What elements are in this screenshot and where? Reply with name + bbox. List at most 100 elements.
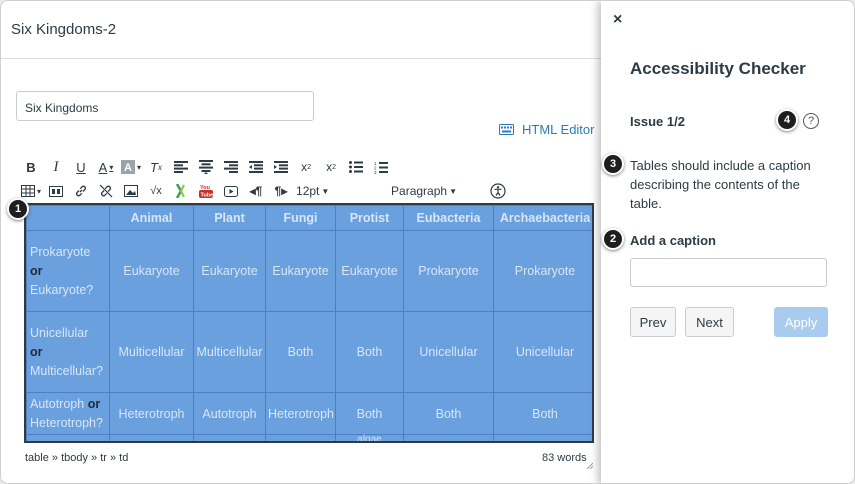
table-cell[interactable] bbox=[265, 434, 336, 441]
table-cell[interactable]: Prokaryote bbox=[493, 230, 592, 312]
table-header-cell[interactable]: Animal bbox=[109, 205, 194, 231]
table-row: Unicellular or Multicellular? Multicellula… bbox=[26, 311, 592, 393]
caption-input[interactable] bbox=[630, 258, 827, 287]
clear-formatting-icon[interactable]: Tx bbox=[146, 157, 166, 177]
keyboard-icon bbox=[499, 124, 514, 135]
table-cell[interactable] bbox=[109, 434, 194, 441]
table-cell[interactable]: Multicellular bbox=[109, 311, 194, 393]
help-icon[interactable]: ? bbox=[803, 113, 819, 129]
next-button[interactable]: Next bbox=[685, 307, 734, 337]
math-equation-icon[interactable]: √x bbox=[146, 181, 166, 201]
element-path: table » tbody » tr » td bbox=[25, 452, 129, 464]
page-title: Six Kingdoms-2 bbox=[11, 21, 117, 38]
ltr-paragraph-icon[interactable]: ◂¶ bbox=[246, 181, 266, 201]
link-icon[interactable] bbox=[71, 181, 91, 201]
table-cell[interactable]: Autotroph bbox=[193, 392, 266, 435]
table-header-cell[interactable]: Fungi bbox=[265, 205, 336, 231]
table-cell[interactable]: Eukaryote bbox=[109, 230, 194, 312]
table-header-cell[interactable]: Protist bbox=[335, 205, 404, 231]
underline-icon[interactable]: U bbox=[71, 157, 91, 177]
row-label-cell[interactable]: Unicellular or Multicellular? bbox=[26, 311, 110, 393]
text-color-icon[interactable]: A ▾ bbox=[96, 157, 116, 177]
subscript-icon[interactable]: x2 bbox=[321, 157, 341, 177]
table-cell[interactable] bbox=[193, 434, 266, 441]
row-label-text: Unicellular bbox=[30, 325, 89, 340]
table-cell[interactable]: Both bbox=[265, 311, 336, 393]
title-divider bbox=[1, 58, 601, 59]
align-right-icon[interactable] bbox=[221, 157, 241, 177]
table-cell[interactable]: Both bbox=[493, 392, 592, 435]
row-label-text: Autotroph bbox=[30, 396, 85, 411]
table-icon[interactable]: ▾ bbox=[21, 181, 41, 201]
font-size-value: 12pt bbox=[296, 184, 320, 198]
block-format-value: Paragraph bbox=[391, 184, 448, 198]
accessibility-checker-panel: × Accessibility Checker Issue 1/2 ? Tabl… bbox=[601, 1, 854, 483]
word-count: 83 words bbox=[542, 452, 587, 464]
bold-icon[interactable]: B bbox=[21, 157, 41, 177]
row-label-cell[interactable]: Prokaryote or Eukaryote? bbox=[26, 230, 110, 312]
row-label-text: Heterotroph? bbox=[30, 415, 103, 430]
title-input[interactable]: Six Kingdoms bbox=[16, 91, 314, 121]
row-label-or: or bbox=[87, 396, 101, 411]
media-embed-icon[interactable] bbox=[46, 181, 66, 201]
table-cell[interactable]: Both bbox=[335, 392, 404, 435]
svg-text:A: A bbox=[124, 162, 132, 174]
row-label-text: Prokaryote bbox=[30, 244, 91, 259]
table-cell[interactable]: algae bbox=[335, 434, 404, 441]
table-row: Prokaryote or Eukaryote? Eukaryote Eukaryo… bbox=[26, 230, 592, 312]
table-header-cell[interactable]: Eubacteria bbox=[403, 205, 494, 231]
table-cell[interactable]: Both bbox=[403, 392, 494, 435]
video-embed-icon[interactable] bbox=[221, 181, 241, 201]
align-center-icon[interactable] bbox=[196, 157, 216, 177]
row-label-cell[interactable]: Autotroph or Heterotroph? bbox=[26, 392, 110, 435]
table-cell[interactable]: Eukaryote bbox=[335, 230, 404, 312]
rtl-paragraph-icon[interactable]: ¶▸ bbox=[271, 181, 291, 201]
table-cell[interactable]: Prokaryote bbox=[403, 230, 494, 312]
table-cell[interactable] bbox=[493, 434, 592, 441]
superscript-icon[interactable]: x2 bbox=[296, 157, 316, 177]
table-header-cell[interactable] bbox=[26, 205, 110, 231]
image-icon[interactable] bbox=[121, 181, 141, 201]
callout-badge: 1 bbox=[7, 198, 29, 220]
svg-text:3: 3 bbox=[374, 170, 377, 174]
prev-button[interactable]: Prev bbox=[630, 307, 676, 337]
table-header-cell[interactable]: Archaebacteria bbox=[493, 205, 592, 231]
table-cell[interactable]: Eukaryote bbox=[265, 230, 336, 312]
table-cell[interactable]: Multicellular bbox=[193, 311, 266, 393]
table-cell[interactable] bbox=[403, 434, 494, 441]
italic-icon[interactable]: I bbox=[46, 157, 66, 177]
indent-icon[interactable] bbox=[271, 157, 291, 177]
insert-toolbar: ▾ √x You Tube ◂¶ ¶▸ 12pt ▼ Paragraph ▼ bbox=[21, 181, 513, 201]
table-cell[interactable]: Unicellular bbox=[493, 311, 592, 393]
table-cell[interactable]: Unicellular bbox=[403, 311, 494, 393]
callout-badge: 4 bbox=[776, 109, 798, 131]
accessibility-icon[interactable] bbox=[488, 181, 508, 201]
table-cell[interactable]: Eukaryote bbox=[193, 230, 266, 312]
youtube-icon[interactable]: You Tube bbox=[196, 181, 216, 201]
background-color-icon[interactable]: A ▾ bbox=[121, 157, 141, 177]
editor-area: Six Kingdoms-2 Six Kingdoms HTML Editor … bbox=[1, 1, 601, 483]
table-row: Autotroph or Heterotroph? Heterotroph Aut… bbox=[26, 392, 592, 435]
numbered-list-icon[interactable]: 123 bbox=[371, 157, 391, 177]
kaltura-icon[interactable] bbox=[171, 181, 191, 201]
apply-button[interactable]: Apply bbox=[774, 307, 828, 337]
align-left-icon[interactable] bbox=[171, 157, 191, 177]
callout-badge: 3 bbox=[602, 153, 624, 175]
formatting-toolbar: B I U A ▾ A ▾ Tx x2 x2 1 2 3 bbox=[21, 157, 396, 177]
row-label-or: or bbox=[30, 263, 43, 278]
table-cell[interactable]: Heterotroph bbox=[265, 392, 336, 435]
block-format-select[interactable]: Paragraph ▼ bbox=[391, 181, 483, 201]
bullet-list-icon[interactable] bbox=[346, 157, 366, 177]
content-table[interactable]: Animal Plant Fungi Protist Eubacteria Ar… bbox=[24, 203, 594, 443]
table-cell[interactable]: Heterotroph bbox=[109, 392, 194, 435]
close-icon[interactable]: × bbox=[613, 11, 622, 29]
table-cell[interactable]: Both bbox=[335, 311, 404, 393]
font-size-select[interactable]: 12pt ▼ bbox=[296, 181, 386, 201]
outdent-icon[interactable] bbox=[246, 157, 266, 177]
unlink-icon[interactable] bbox=[96, 181, 116, 201]
table-header-cell[interactable]: Plant bbox=[193, 205, 266, 231]
resize-handle-icon[interactable] bbox=[585, 461, 593, 469]
html-editor-link[interactable]: HTML Editor bbox=[499, 122, 594, 137]
table-row: algae bbox=[26, 434, 592, 441]
table-cell[interactable] bbox=[26, 434, 110, 441]
